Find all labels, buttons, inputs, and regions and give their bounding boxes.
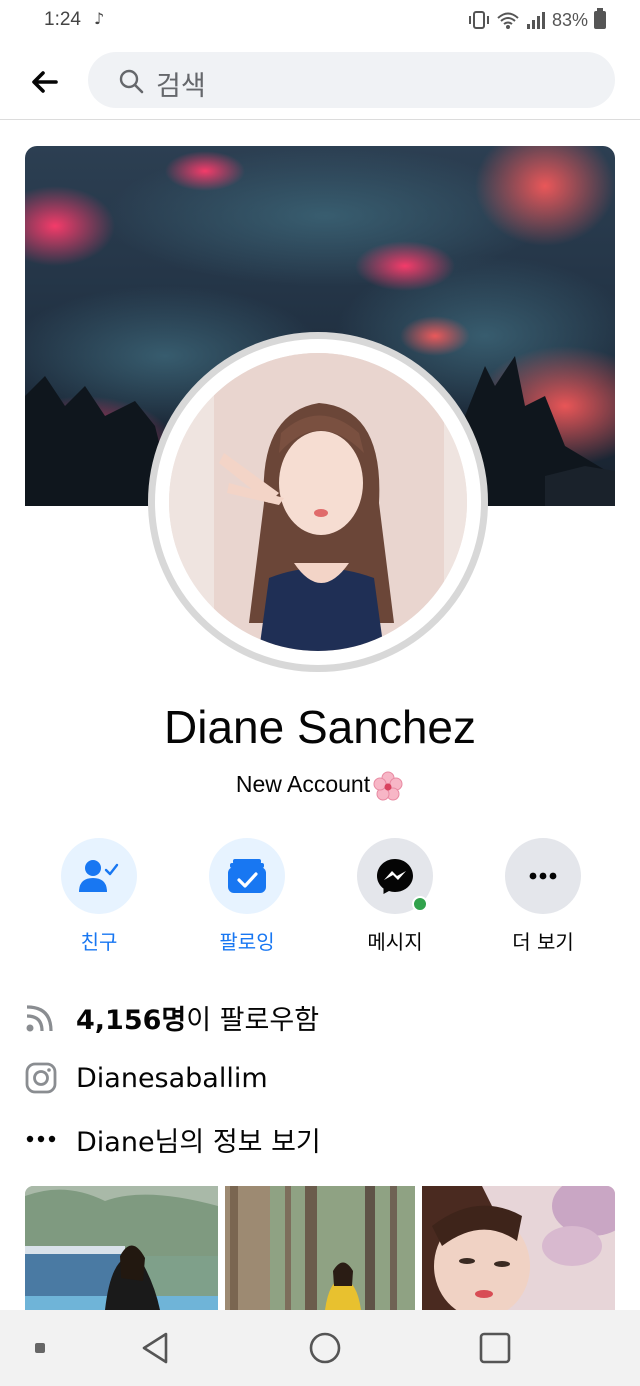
status-time: 1:24 xyxy=(44,9,81,30)
nav-back-button[interactable] xyxy=(130,1310,180,1386)
photo-image xyxy=(25,1186,218,1310)
online-status-dot xyxy=(412,896,428,912)
photo-thumbnail[interactable] xyxy=(225,1186,415,1310)
friends-label: 친구 xyxy=(80,930,118,954)
message-button[interactable]: 메시지 xyxy=(320,838,468,958)
back-button[interactable] xyxy=(22,60,66,104)
system-nav-bar xyxy=(0,1310,640,1386)
status-indicators: 83% xyxy=(468,8,606,32)
battery-percent: 83% xyxy=(551,9,588,30)
nav-home-button[interactable] xyxy=(300,1310,350,1386)
vibrate-icon xyxy=(468,11,489,29)
nav-home-icon xyxy=(309,1332,341,1364)
rss-icon xyxy=(24,1000,58,1034)
message-label: 메시지 xyxy=(367,930,423,954)
photo-grid xyxy=(25,1186,615,1310)
following-button[interactable]: 팔로잉 xyxy=(172,838,320,958)
followers-suffix: 이 팔로우함 xyxy=(186,1004,320,1036)
search-input[interactable]: 검색 xyxy=(88,52,615,108)
nav-recents-button[interactable] xyxy=(470,1310,520,1386)
status-bar: 1:24 ♪ 83% xyxy=(0,0,640,40)
avatar-image xyxy=(169,353,467,651)
instagram-handle: Dianesaballim xyxy=(76,1062,268,1094)
friends-button[interactable]: 친구 xyxy=(24,838,172,958)
profile-bio: New Account xyxy=(0,770,640,802)
tiktok-icon: ♪ xyxy=(94,9,105,28)
following-label: 팔로잉 xyxy=(219,930,275,954)
battery-icon xyxy=(594,8,606,29)
instagram-row[interactable]: Dianesaballim xyxy=(24,1056,624,1100)
instagram-icon xyxy=(24,1061,58,1095)
followers-row[interactable]: 4,156명이 팔로우함 xyxy=(24,995,624,1039)
photo-thumbnail[interactable] xyxy=(25,1186,218,1310)
followers-text: 4,156명이 팔로우함 xyxy=(76,998,319,1037)
top-bar: 검색 xyxy=(0,42,640,120)
search-placeholder: 검색 xyxy=(156,71,206,102)
following-check-icon xyxy=(209,838,285,914)
nav-dot-button[interactable] xyxy=(24,1310,56,1386)
followers-count: 4,156명 xyxy=(76,1004,187,1036)
wifi-icon xyxy=(497,12,519,29)
profile-name: Diane Sanchez xyxy=(164,701,476,753)
more-label: 더 보기 xyxy=(512,930,574,954)
about-row[interactable]: Diane님의 정보 보기 xyxy=(24,1117,624,1161)
photo-thumbnail[interactable] xyxy=(422,1186,615,1310)
more-button[interactable]: 더 보기 xyxy=(468,838,616,958)
nav-back-icon xyxy=(142,1332,168,1364)
profile-avatar[interactable] xyxy=(148,332,488,672)
cherry-blossom-icon xyxy=(373,771,403,801)
square-dot-icon xyxy=(35,1343,45,1353)
profile-bio-text: New Account xyxy=(235,771,371,798)
profile-actions: 친구 팔로잉 메시지 더 보기 xyxy=(24,838,616,958)
nav-recents-icon xyxy=(479,1332,511,1364)
back-arrow-icon xyxy=(32,71,58,93)
search-icon xyxy=(119,69,144,94)
avatar xyxy=(169,353,467,651)
more-icon xyxy=(505,838,581,914)
photo-image xyxy=(225,1186,415,1310)
about-text: Diane님의 정보 보기 xyxy=(76,1126,321,1158)
friend-check-icon xyxy=(61,838,137,914)
photo-image xyxy=(422,1186,615,1310)
more-dots-icon xyxy=(24,1122,58,1156)
signal-icon xyxy=(526,12,545,29)
